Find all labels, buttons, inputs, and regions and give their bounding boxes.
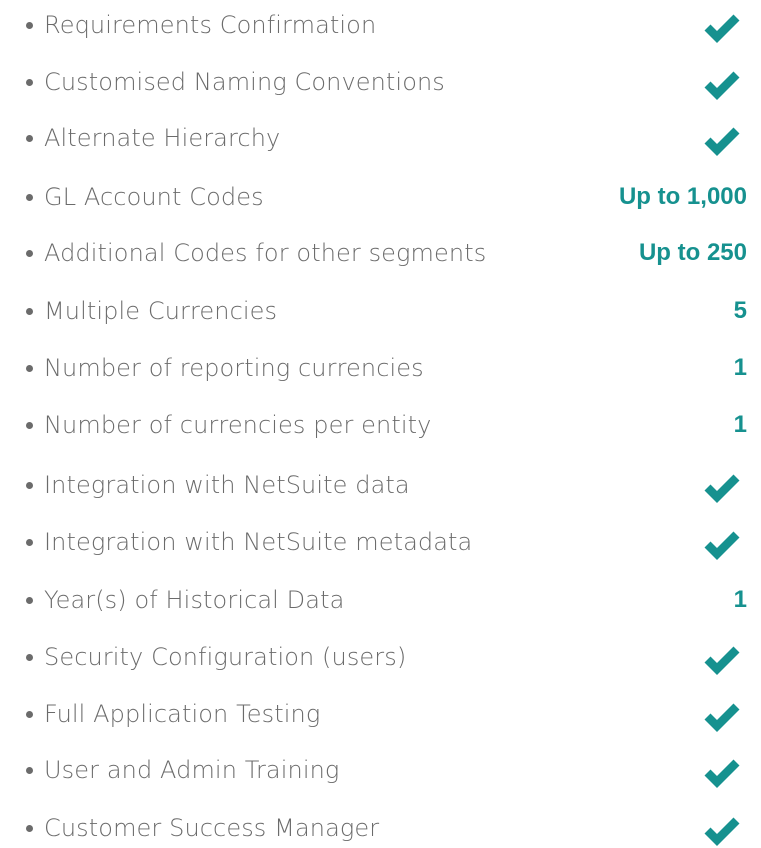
feature-row-customised-naming-conventions: Customised Naming Conventions <box>0 62 761 102</box>
bullet-icon <box>26 308 33 315</box>
feature-label: Requirements Confirmation <box>44 11 377 39</box>
checkmark-icon <box>703 123 741 157</box>
feature-row-netsuite-data: Integration with NetSuite data <box>0 465 761 505</box>
bullet-icon <box>26 767 33 774</box>
feature-row-additional-codes: Additional Codes for other segments Up t… <box>0 233 761 273</box>
feature-label: Security Configuration (users) <box>44 643 407 671</box>
feature-value: Up to 250 <box>638 239 747 266</box>
feature-row-alternate-hierarchy: Alternate Hierarchy <box>0 118 761 158</box>
bullet-icon <box>26 422 33 429</box>
checkmark-icon <box>703 699 741 733</box>
feature-label: GL Account Codes <box>44 183 264 211</box>
checkmark-icon <box>703 813 741 847</box>
bullet-icon <box>26 654 33 661</box>
feature-label: Customer Success Manager <box>44 814 380 842</box>
feature-value: Up to 1,000 <box>618 183 747 210</box>
checkmark-icon <box>703 67 741 101</box>
checkmark-icon <box>703 755 741 789</box>
bullet-icon <box>26 597 33 604</box>
feature-row-multiple-currencies: Multiple Currencies 5 <box>0 291 761 331</box>
bullet-icon <box>26 194 33 201</box>
bullet-icon <box>26 482 33 489</box>
feature-row-application-testing: Full Application Testing <box>0 694 761 734</box>
feature-label: Number of currencies per entity <box>44 411 432 439</box>
feature-label: Alternate Hierarchy <box>44 124 281 152</box>
feature-row-customer-success-manager: Customer Success Manager <box>0 808 761 848</box>
bullet-icon <box>26 79 33 86</box>
feature-label: Year(s) of Historical Data <box>44 586 345 614</box>
feature-label: Customised Naming Conventions <box>44 68 445 96</box>
feature-value: 1 <box>733 354 747 381</box>
feature-row-netsuite-metadata: Integration with NetSuite metadata <box>0 522 761 562</box>
feature-row-currencies-per-entity: Number of currencies per entity 1 <box>0 405 761 445</box>
feature-row-gl-account-codes: GL Account Codes Up to 1,000 <box>0 177 761 217</box>
feature-value: 1 <box>733 411 747 438</box>
bullet-icon <box>26 539 33 546</box>
feature-row-historical-data: Year(s) of Historical Data 1 <box>0 580 761 620</box>
checkmark-icon <box>703 527 741 561</box>
checkmark-icon <box>703 10 741 44</box>
feature-label: User and Admin Training <box>44 756 340 784</box>
feature-label: Full Application Testing <box>44 700 321 728</box>
feature-row-requirements-confirmation: Requirements Confirmation <box>0 5 761 45</box>
feature-row-reporting-currencies: Number of reporting currencies 1 <box>0 348 761 388</box>
feature-value: 5 <box>733 297 747 324</box>
bullet-icon <box>26 825 33 832</box>
feature-label: Integration with NetSuite metadata <box>44 528 473 556</box>
feature-row-security-configuration: Security Configuration (users) <box>0 637 761 677</box>
feature-label: Multiple Currencies <box>44 297 278 325</box>
feature-row-user-admin-training: User and Admin Training <box>0 750 761 790</box>
feature-value: 1 <box>733 586 747 613</box>
checkmark-icon <box>703 470 741 504</box>
feature-label: Number of reporting currencies <box>44 354 424 382</box>
feature-label: Additional Codes for other segments <box>44 239 487 267</box>
bullet-icon <box>26 22 33 29</box>
bullet-icon <box>26 250 33 257</box>
feature-list: Requirements Confirmation Customised Nam… <box>0 0 761 846</box>
bullet-icon <box>26 365 33 372</box>
feature-label: Integration with NetSuite data <box>44 471 410 499</box>
bullet-icon <box>26 135 33 142</box>
checkmark-icon <box>703 642 741 676</box>
bullet-icon <box>26 711 33 718</box>
